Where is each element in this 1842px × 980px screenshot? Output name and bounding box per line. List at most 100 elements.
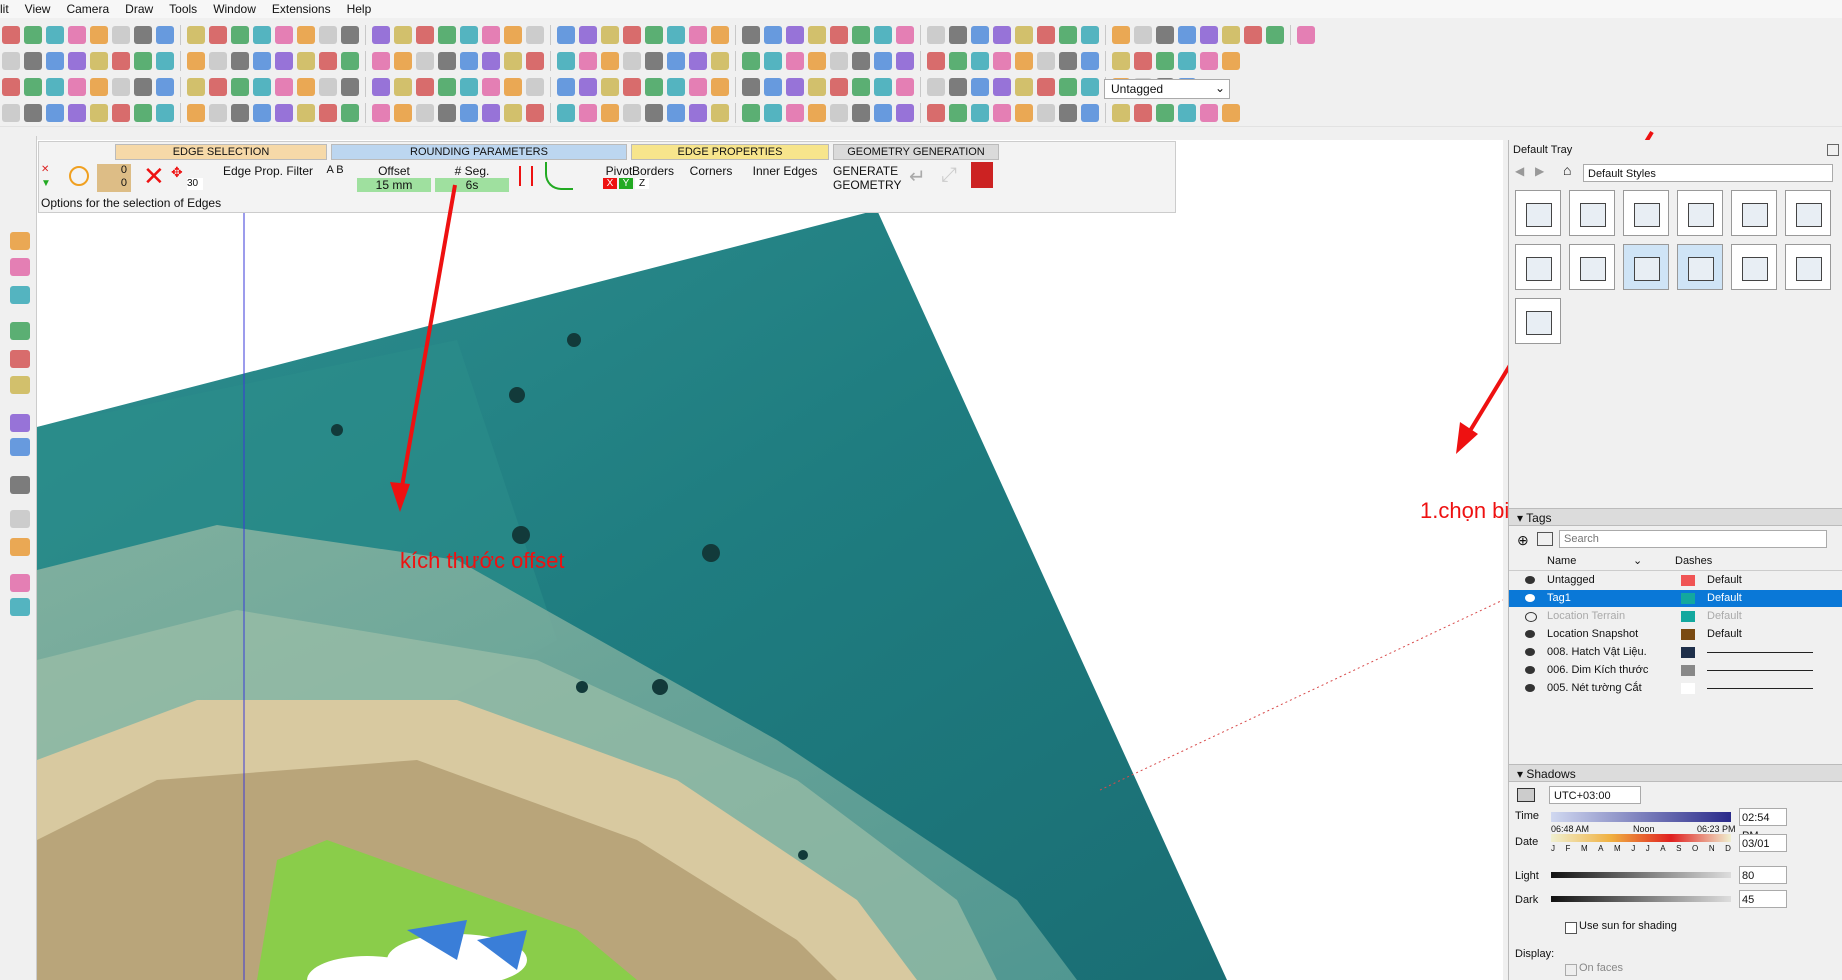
eye-icon[interactable] (1525, 684, 1535, 692)
undo-arrow-icon[interactable]: ↵ (909, 164, 926, 189)
col-name[interactable]: Name (1547, 552, 1576, 570)
time-field[interactable]: 02:54 PM (1739, 808, 1787, 842)
toolbar-tool-icon[interactable] (1134, 26, 1152, 44)
left-tool-icon[interactable] (10, 538, 30, 556)
toolbar-tool-icon[interactable] (764, 26, 782, 44)
toolbar-tool-icon[interactable] (1222, 52, 1240, 70)
toolbar-tool-icon[interactable] (1015, 78, 1033, 96)
tag-color-swatch[interactable] (1681, 647, 1695, 658)
toolbar-tool-icon[interactable] (786, 104, 804, 122)
left-tool-icon[interactable] (10, 438, 30, 456)
toolbar-tool-icon[interactable] (460, 52, 478, 70)
toolbar-tool-icon[interactable] (1178, 104, 1196, 122)
style-thumbnail[interactable] (1785, 244, 1831, 290)
toolbar-tool-icon[interactable] (1037, 52, 1055, 70)
toolbar-tool-icon[interactable] (209, 52, 227, 70)
toolbar-tool-icon[interactable] (557, 78, 575, 96)
toolbar-tool-icon[interactable] (319, 26, 337, 44)
toolbar-tool-icon[interactable] (372, 104, 390, 122)
toolbar-tool-icon[interactable] (372, 26, 390, 44)
toolbar-tool-icon[interactable] (90, 26, 108, 44)
toolbar-tool-icon[interactable] (993, 78, 1011, 96)
angle-input[interactable]: 30 (187, 178, 203, 190)
time-slider[interactable] (1551, 812, 1731, 822)
left-tool-icon[interactable] (10, 322, 30, 340)
segments-bars-icon[interactable] (519, 166, 533, 186)
toolbar-tool-icon[interactable] (623, 104, 641, 122)
light-slider[interactable] (1551, 872, 1731, 878)
toolbar-tool-icon[interactable] (993, 52, 1011, 70)
toolbar-tool-icon[interactable] (46, 26, 64, 44)
clear-selection-icon[interactable]: ✕ (143, 162, 165, 190)
toolbar-tool-icon[interactable] (1244, 26, 1262, 44)
tag-dashes[interactable]: Default (1707, 590, 1742, 607)
toolbar-tool-icon[interactable] (1037, 78, 1055, 96)
toolbar-tool-icon[interactable] (1112, 104, 1130, 122)
toolbar-tool-icon[interactable] (24, 78, 42, 96)
toolbar-tool-icon[interactable] (416, 78, 434, 96)
toolbar-tool-icon[interactable] (1015, 26, 1033, 44)
toolbar-tool-icon[interactable] (394, 78, 412, 96)
toolbar-tool-icon[interactable] (601, 104, 619, 122)
toolbar-tool-icon[interactable] (786, 78, 804, 96)
toolbar-tool-icon[interactable] (1037, 26, 1055, 44)
toolbar-tool-icon[interactable] (874, 104, 892, 122)
toolbar-tool-icon[interactable] (46, 104, 64, 122)
toolbar-tool-icon[interactable] (1156, 52, 1174, 70)
toolbar-tool-icon[interactable] (209, 26, 227, 44)
offset-field[interactable]: Offset 15 mm (357, 164, 431, 192)
toolbar-tool-icon[interactable] (209, 78, 227, 96)
toolbar-tool-icon[interactable] (231, 78, 249, 96)
tag-dashes[interactable] (1707, 670, 1813, 671)
toolbar-tool-icon[interactable] (808, 52, 826, 70)
toolbar-tool-icon[interactable] (341, 26, 359, 44)
toolbar-tool-icon[interactable] (949, 104, 967, 122)
left-tool-icon[interactable] (10, 598, 30, 616)
toolbar-tool-icon[interactable] (742, 26, 760, 44)
on-faces-checkbox[interactable] (1565, 964, 1577, 976)
toolbar-tool-icon[interactable] (460, 104, 478, 122)
toolbar-tool-icon[interactable] (971, 78, 989, 96)
date-field[interactable]: 03/01 (1739, 834, 1787, 852)
toolbar-tool-icon[interactable] (504, 78, 522, 96)
style-thumbnail[interactable] (1785, 190, 1831, 236)
eye-icon[interactable] (1525, 576, 1535, 584)
style-thumbnail[interactable] (1731, 190, 1777, 236)
toolbar-tool-icon[interactable] (156, 52, 174, 70)
toolbar-tool-icon[interactable] (711, 104, 729, 122)
toolbar-tool-icon[interactable] (1222, 26, 1240, 44)
toolbar-tool-icon[interactable] (46, 52, 64, 70)
styles-nav-back-icon[interactable]: ◀ (1515, 164, 1524, 178)
toolbar-tool-icon[interactable] (786, 26, 804, 44)
toolbar-tool-icon[interactable] (134, 78, 152, 96)
tag-row[interactable]: Tag1 Default (1509, 590, 1842, 607)
shadow-toggle-icon[interactable] (1517, 788, 1535, 802)
toolbar-tool-icon[interactable] (689, 52, 707, 70)
styles-nav-forward-icon[interactable]: ▶ (1535, 164, 1544, 178)
toolbar-tool-icon[interactable] (275, 78, 293, 96)
toolbar-tool-icon[interactable] (438, 78, 456, 96)
toolbar-tool-icon[interactable] (1297, 26, 1315, 44)
toolbar-tool-icon[interactable] (2, 104, 20, 122)
borders-option[interactable]: Borders (627, 164, 679, 192)
toolbar-tool-icon[interactable] (1266, 26, 1284, 44)
toolbar-tool-icon[interactable] (874, 78, 892, 96)
toolbar-tool-icon[interactable] (949, 52, 967, 70)
toolbar-tool-icon[interactable] (852, 52, 870, 70)
toolbar-tool-icon[interactable] (68, 78, 86, 96)
toolbar-tool-icon[interactable] (1112, 26, 1130, 44)
toolbar-tool-icon[interactable] (896, 78, 914, 96)
toolbar-tool-icon[interactable] (68, 104, 86, 122)
pivot-x[interactable]: X (603, 178, 617, 189)
toolbar-tool-icon[interactable] (134, 26, 152, 44)
eye-icon[interactable] (1525, 648, 1535, 656)
toolbar-tool-icon[interactable] (971, 104, 989, 122)
toolbar-tool-icon[interactable] (579, 26, 597, 44)
toolbar-tool-icon[interactable] (504, 52, 522, 70)
toolbar-tool-icon[interactable] (667, 104, 685, 122)
toolbar-tool-icon[interactable] (645, 104, 663, 122)
style-thumbnail[interactable] (1515, 190, 1561, 236)
toolbar-tool-icon[interactable] (1134, 52, 1152, 70)
toolbar-tool-icon[interactable] (852, 104, 870, 122)
toolbar-tool-icon[interactable] (24, 52, 42, 70)
